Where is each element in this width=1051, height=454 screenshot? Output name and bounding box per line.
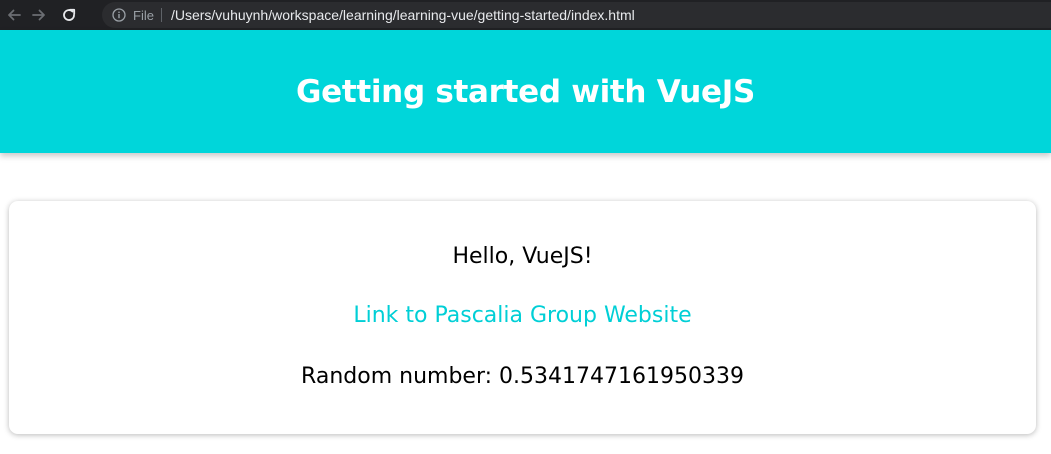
page-title: Getting started with VueJS (295, 73, 756, 110)
address-bar[interactable]: File /Users/vuhuynh/workspace/learning/l… (102, 2, 1051, 28)
reload-icon (61, 7, 77, 23)
arrow-right-icon (31, 7, 47, 23)
content-card: Hello, VueJS! Link to Pascalia Group Web… (9, 201, 1036, 434)
greeting-text: Hello, VueJS! (452, 244, 593, 269)
forward-button[interactable] (28, 4, 50, 26)
reload-button[interactable] (58, 4, 80, 26)
back-button[interactable] (3, 4, 25, 26)
page-header: Getting started with VueJS (0, 30, 1051, 153)
url-divider (160, 8, 162, 22)
url-text[interactable]: /Users/vuhuynh/workspace/learning/learni… (171, 7, 635, 23)
pascalia-website-link[interactable]: Link to Pascalia Group Website (9, 303, 1036, 328)
random-number-text: Random number: 0.5341747161950339 (301, 364, 744, 389)
scheme-label: File (133, 7, 154, 23)
browser-toolbar: File /Users/vuhuynh/workspace/learning/l… (0, 0, 1051, 30)
arrow-left-icon (6, 7, 22, 23)
info-icon[interactable] (112, 8, 126, 22)
